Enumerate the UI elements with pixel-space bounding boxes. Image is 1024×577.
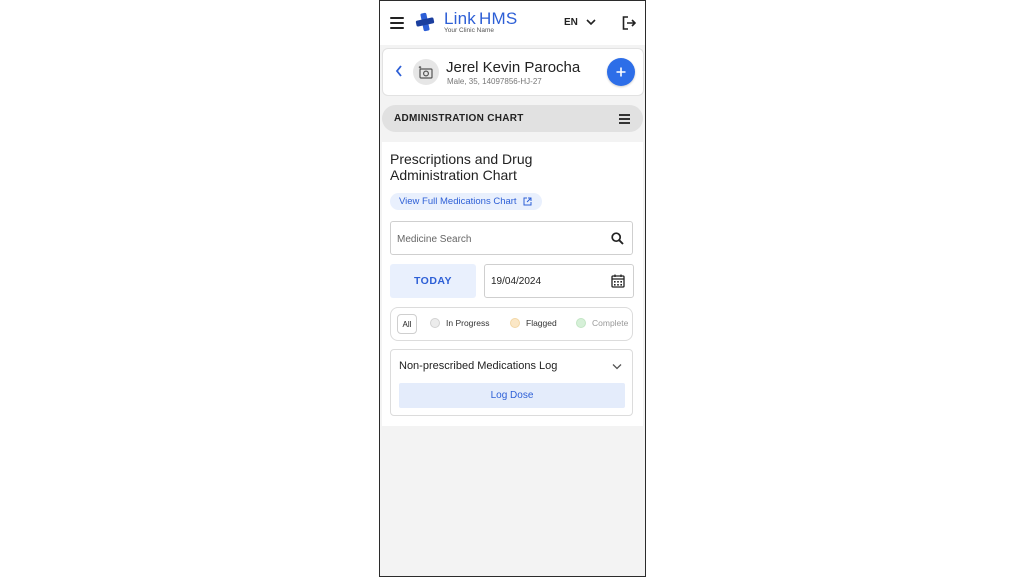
patient-meta: Male, 35, 14097856-HJ-27: [447, 77, 542, 86]
language-selector[interactable]: EN: [564, 17, 596, 28]
brand-hms-text: HMS: [479, 9, 518, 28]
clinic-name: Your Clinic Name: [444, 27, 494, 34]
filter-complete-label: Complete: [592, 318, 629, 328]
add-button[interactable]: [607, 58, 635, 86]
today-button[interactable]: TODAY: [390, 264, 476, 298]
add-photo-icon: [418, 66, 433, 79]
patient-name: Jerel Kevin Parocha: [446, 59, 581, 76]
chevron-down-icon: [586, 19, 596, 26]
brand: Link HMS Your Clinic Name: [444, 10, 517, 35]
brand-link-text: Link: [444, 9, 476, 28]
filter-in-progress[interactable]: In Progress: [430, 318, 489, 328]
external-link-icon: [523, 197, 532, 206]
section-menu-icon[interactable]: [619, 114, 630, 126]
filter-in-progress-label: In Progress: [446, 318, 490, 328]
flagged-dot-icon: [510, 318, 520, 328]
language-label: EN: [564, 17, 578, 28]
chart-card: Prescriptions and Drug Administration Ch…: [382, 142, 643, 426]
app-viewport: Link HMS Your Clinic Name EN Jerel Kevin …: [379, 0, 646, 577]
non-prescribed-log-panel: Non-prescribed Medications Log Log Dose: [390, 349, 633, 416]
medical-cross-logo-icon: [415, 12, 435, 32]
menu-icon[interactable]: [390, 17, 404, 29]
view-full-chart-link[interactable]: View Full Medications Chart: [390, 193, 542, 210]
log-dose-button[interactable]: Log Dose: [399, 383, 625, 408]
date-field[interactable]: 19/04/2024: [484, 264, 634, 298]
view-full-chart-label: View Full Medications Chart: [399, 196, 517, 207]
patient-card: Jerel Kevin Parocha Male, 35, 14097856-H…: [382, 48, 644, 96]
filter-complete[interactable]: Complete: [576, 318, 628, 328]
in-progress-dot-icon: [430, 318, 440, 328]
filter-flagged-label: Flagged: [526, 318, 557, 328]
plus-icon: [616, 67, 626, 77]
top-bar: Link HMS Your Clinic Name EN: [380, 1, 645, 45]
expand-chevron-icon[interactable]: [612, 363, 622, 370]
page-title: Prescriptions and Drug Administration Ch…: [390, 151, 533, 183]
status-filter-bar: All In Progress Flagged Complete: [390, 307, 633, 341]
medicine-search: [390, 221, 633, 256]
search-input[interactable]: [391, 222, 609, 256]
back-chevron-icon[interactable]: [395, 65, 403, 77]
section-header: ADMINISTRATION CHART: [382, 105, 643, 132]
avatar-placeholder[interactable]: [413, 59, 439, 85]
logout-icon[interactable]: [621, 15, 637, 31]
filter-all[interactable]: All: [397, 314, 417, 334]
date-value: 19/04/2024: [491, 276, 542, 287]
filter-flagged[interactable]: Flagged: [510, 318, 557, 328]
section-title: ADMINISTRATION CHART: [394, 113, 524, 124]
search-icon[interactable]: [611, 232, 624, 245]
calendar-icon[interactable]: [611, 274, 625, 288]
log-title: Non-prescribed Medications Log: [399, 360, 558, 372]
complete-dot-icon: [576, 318, 586, 328]
